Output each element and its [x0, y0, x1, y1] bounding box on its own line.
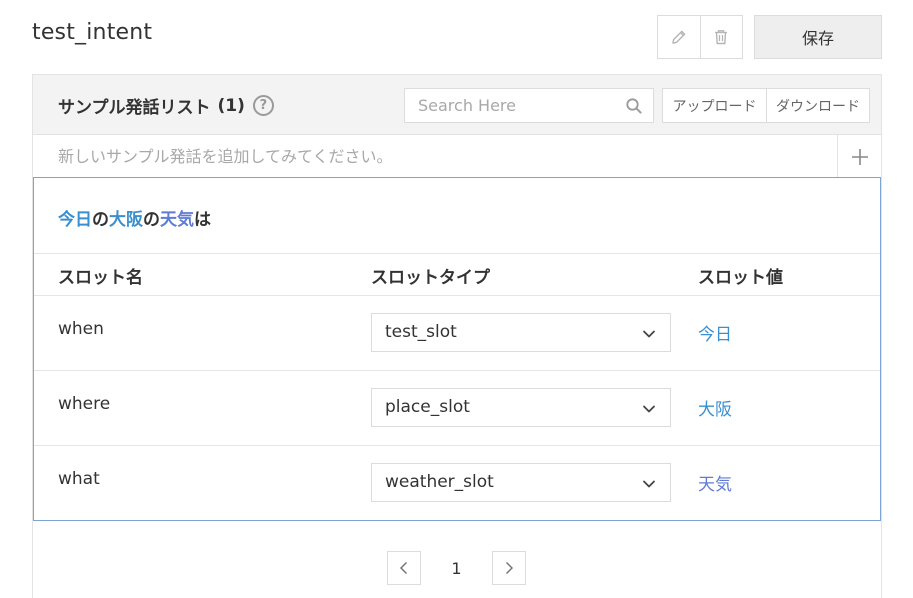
next-page-button[interactable] [492, 551, 526, 585]
prev-page-button[interactable] [387, 551, 421, 585]
slot-type-select[interactable]: weather_slot [371, 463, 671, 502]
slot-type-select[interactable]: test_slot [371, 313, 671, 352]
search-icon[interactable] [625, 97, 643, 115]
column-header-slot-type: スロットタイプ [371, 268, 490, 288]
trash-icon [715, 30, 728, 45]
help-icon[interactable]: ? [252, 95, 274, 116]
panel-title-text: サンプル発話リスト [58, 98, 211, 118]
selected-utterance[interactable]: 今日の大阪の天気は スロット名 スロットタイプ スロット値 when test_… [33, 177, 881, 521]
slot-value: 天気 [698, 475, 732, 495]
chevron-right-icon [505, 561, 514, 575]
download-button[interactable]: ダウンロード [766, 89, 869, 122]
panel-title: サンプル発話リスト (1) ? [58, 93, 274, 118]
add-utterance-row [33, 135, 881, 179]
slot-name: when [58, 319, 104, 339]
column-header-slot-value: スロット値 [698, 268, 783, 288]
slot-type-value: place_slot [385, 397, 470, 417]
chevron-left-icon [399, 561, 408, 575]
slot-name: where [58, 394, 111, 414]
pencil-icon [672, 30, 686, 44]
upload-download-group: アップロード ダウンロード [662, 88, 870, 123]
slot-type-value: weather_slot [385, 472, 494, 492]
utterance-count: (1) [217, 95, 245, 116]
slot-type-select[interactable]: place_slot [371, 388, 671, 427]
intent-title: test_intent [32, 20, 153, 45]
utterance-segment: の [143, 210, 160, 230]
slot-row: what weather_slot 天気 [34, 446, 880, 521]
plus-icon [851, 148, 868, 165]
search-input[interactable] [405, 89, 653, 122]
utterance-segment: 今日 [58, 210, 92, 230]
save-button[interactable]: 保存 [754, 15, 882, 59]
pagination: 1 [387, 551, 526, 585]
chevron-down-icon [643, 330, 655, 338]
utterance-segment: の [92, 210, 109, 230]
column-header-slot-name: スロット名 [58, 268, 143, 288]
search-box [404, 88, 654, 123]
utterance-segment: は [194, 210, 211, 230]
upload-button[interactable]: アップロード [663, 89, 766, 122]
utterance-segment: 大阪 [109, 210, 143, 230]
slot-row: when test_slot 今日 [34, 296, 880, 371]
utterance-text: 今日の大阪の天気は [34, 178, 880, 254]
edit-delete-group [657, 15, 743, 59]
intent-editor: test_intent 保存 サンプル発話リスト (1) ? Search He… [0, 0, 913, 598]
slot-value: 大阪 [698, 400, 732, 420]
current-page: 1 [451, 558, 462, 578]
slot-type-value: test_slot [385, 322, 457, 342]
panel-header: サンプル発話リスト (1) ? アップロード ダウンロード [33, 75, 881, 135]
chevron-down-icon [643, 480, 655, 488]
slot-table-header: スロット名 スロットタイプ スロット値 [34, 254, 880, 296]
slot-row: where place_slot 大阪 [34, 371, 880, 446]
chevron-down-icon [643, 405, 655, 413]
add-utterance-button[interactable] [837, 135, 881, 178]
utterance-segment: 天気 [160, 210, 194, 230]
delete-button[interactable] [699, 16, 743, 58]
add-utterance-input[interactable] [33, 135, 837, 178]
edit-button[interactable] [658, 16, 700, 58]
slot-value: 今日 [698, 325, 732, 345]
slot-name: what [58, 469, 100, 489]
